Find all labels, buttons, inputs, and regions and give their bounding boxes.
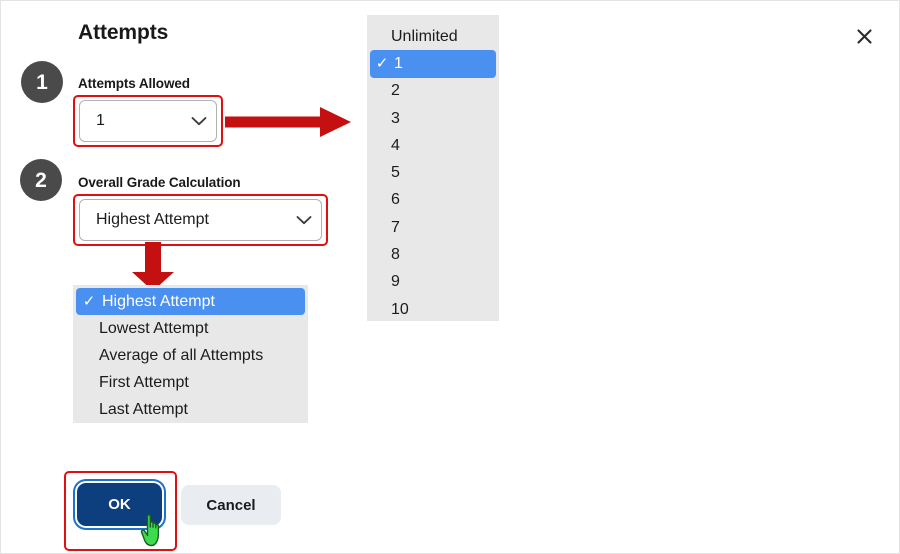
dropdown-option-label: 6 <box>391 191 400 209</box>
dropdown-option-label: Lowest Attempt <box>99 319 209 337</box>
dropdown-option[interactable]: Lowest Attempt <box>73 315 308 342</box>
overall-grade-calculation-select[interactable]: Highest Attempt <box>79 199 322 241</box>
attempts-allowed-value: 1 <box>96 112 105 129</box>
dropdown-option-label: 3 <box>391 109 400 127</box>
ok-button-label: OK <box>108 496 131 513</box>
dropdown-option-label: Last Attempt <box>99 400 188 418</box>
dropdown-option-label: Unlimited <box>391 27 458 45</box>
dropdown-option-label: 7 <box>391 218 400 236</box>
dropdown-option-label: 8 <box>391 246 400 264</box>
dropdown-option[interactable]: 2 <box>367 78 499 105</box>
cancel-button[interactable]: Cancel <box>181 485 281 525</box>
attempts-allowed-select[interactable]: 1 <box>79 100 217 142</box>
dropdown-option[interactable]: Unlimited <box>367 23 499 50</box>
overall-grade-calculation-value: Highest Attempt <box>96 211 209 228</box>
overall-grade-calculation-label: Overall Grade Calculation <box>78 175 241 190</box>
ok-button[interactable]: OK <box>77 483 162 526</box>
dropdown-option[interactable]: 3 <box>367 105 499 132</box>
dropdown-option[interactable]: 9 <box>367 269 499 296</box>
dropdown-option[interactable]: 10 <box>367 296 499 323</box>
attempts-allowed-label: Attempts Allowed <box>78 76 190 91</box>
page-title: Attempts <box>78 21 169 44</box>
attempts-dialog: Attempts 1 2 Attempts Allowed Overall Gr… <box>0 0 900 554</box>
dropdown-option[interactable]: 6 <box>367 187 499 214</box>
dropdown-option-label: First Attempt <box>99 373 189 391</box>
step-badge-2-number: 2 <box>35 168 47 192</box>
chevron-down-icon <box>287 215 321 225</box>
dropdown-option-label: Average of all Attempts <box>99 346 264 364</box>
dropdown-option-label: 1 <box>394 54 403 72</box>
dropdown-option[interactable]: Last Attempt <box>73 396 308 423</box>
dropdown-option-label: Highest Attempt <box>102 292 215 310</box>
chevron-down-icon <box>182 116 216 126</box>
dropdown-option[interactable]: Average of all Attempts <box>73 342 308 369</box>
dropdown-option-selected[interactable]: ✓ Highest Attempt <box>76 288 305 315</box>
cancel-button-label: Cancel <box>206 496 256 514</box>
close-button[interactable] <box>851 23 877 49</box>
red-right-arrow-icon <box>225 105 352 139</box>
dropdown-option[interactable]: 7 <box>367 214 499 241</box>
attempts-dropdown-list[interactable]: Unlimited ✓ 1 2 3 4 5 6 7 8 9 10 <box>367 15 499 321</box>
check-icon: ✓ <box>375 55 389 73</box>
dropdown-option[interactable]: First Attempt <box>73 369 308 396</box>
step-badge-2: 2 <box>20 159 62 201</box>
dropdown-option-label: 2 <box>391 82 400 100</box>
grade-calculation-dropdown-list[interactable]: ✓ Highest Attempt Lowest Attempt Average… <box>73 285 308 423</box>
close-x-icon <box>856 28 873 45</box>
dropdown-option-label: 10 <box>391 300 409 318</box>
dropdown-option-label: 5 <box>391 164 400 182</box>
dropdown-option-selected[interactable]: ✓ 1 <box>370 50 496 78</box>
dropdown-option[interactable]: 4 <box>367 132 499 159</box>
dropdown-option-label: 9 <box>391 273 400 291</box>
check-icon: ✓ <box>82 293 96 310</box>
dropdown-option[interactable]: 5 <box>367 159 499 186</box>
dropdown-option[interactable]: 8 <box>367 241 499 268</box>
step-badge-1: 1 <box>21 61 63 103</box>
step-badge-1-number: 1 <box>36 70 48 94</box>
dropdown-option-label: 4 <box>391 136 400 154</box>
